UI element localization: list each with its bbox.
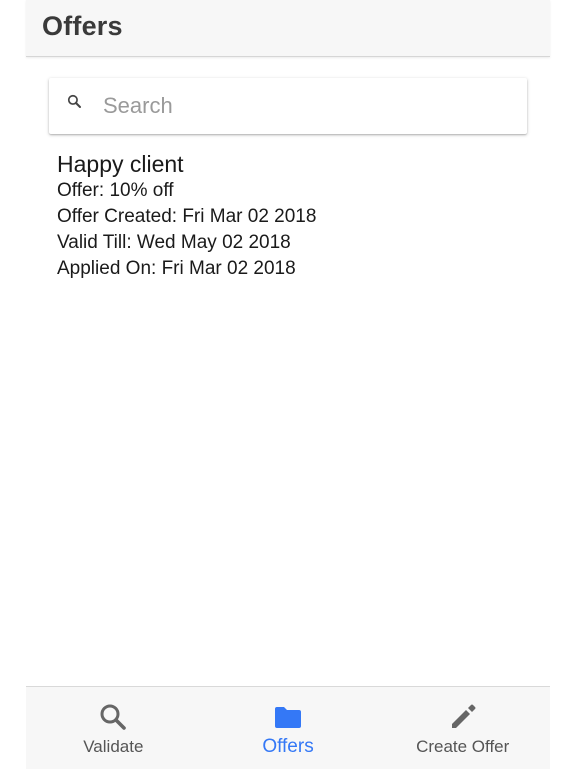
search-icon (100, 704, 127, 730)
search-input[interactable] (103, 90, 503, 122)
search-icon (67, 94, 81, 108)
tab-validate[interactable]: Validate (26, 687, 201, 769)
tab-create-offer[interactable]: Create Offer (375, 687, 550, 769)
folder-icon (275, 707, 301, 728)
tab-label: Offers (262, 736, 314, 757)
app-screen: Offers Happy client Offer: 10% off Offer… (26, 0, 550, 769)
offer-valid-till-date: Valid Till: Wed May 02 2018 (57, 232, 291, 253)
app-header: Offers (26, 0, 550, 57)
tab-offers[interactable]: Offers (201, 687, 376, 769)
page-title: Offers (42, 11, 123, 41)
offer-applied-on-date: Applied On: Fri Mar 02 2018 (57, 258, 296, 279)
offer-discount: Offer: 10% off (57, 180, 174, 201)
search-bar[interactable] (49, 78, 527, 134)
offer-created-date: Offer Created: Fri Mar 02 2018 (57, 206, 317, 227)
offer-list-item[interactable]: Happy client Offer: 10% off Offer Create… (57, 150, 527, 282)
tab-label: Create Offer (416, 737, 510, 756)
bottom-tab-bar: Validate Offers Create Offer (26, 686, 550, 769)
tab-label: Validate (83, 737, 144, 756)
pencil-icon (451, 704, 476, 728)
offer-name: Happy client (57, 151, 184, 177)
